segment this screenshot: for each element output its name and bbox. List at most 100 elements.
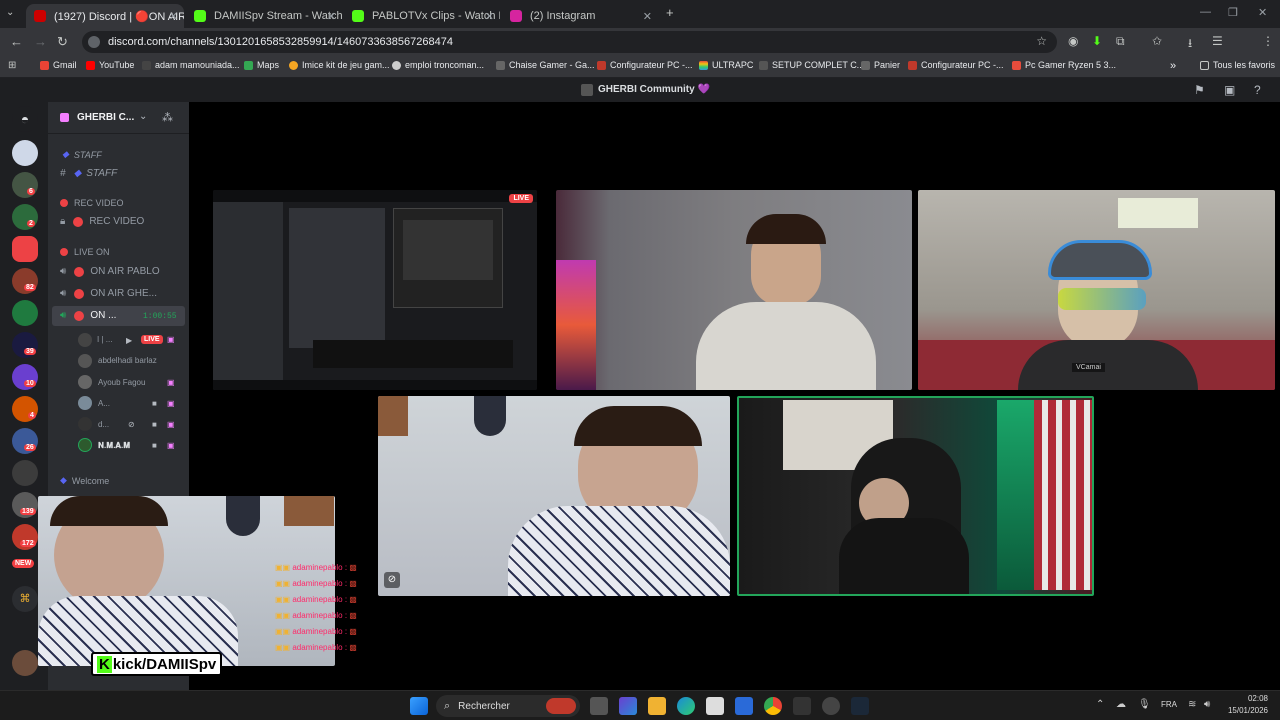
category-welcome[interactable]: ◆ Welcome — [60, 475, 109, 486]
member-name[interactable]: Ayoub Fagou — [98, 378, 145, 387]
bookmark-panier[interactable]: Panier — [861, 60, 900, 70]
server-icon[interactable] — [12, 650, 38, 676]
tab-kick-clips[interactable]: PABLOTVx Clips - Watch Live o ✕ — [344, 4, 500, 28]
help-icon[interactable]: ? — [1254, 83, 1261, 97]
bookmark-gmail[interactable]: Gmail — [40, 60, 77, 70]
bookmark-star-icon[interactable]: ☆ — [1036, 34, 1047, 48]
person-hair — [746, 214, 826, 244]
category-rec-video[interactable]: REC VIDEO — [60, 198, 124, 208]
bookmarks-more-button[interactable]: » — [1170, 60, 1176, 72]
bookmark-chaise[interactable]: Chaise Gamer - Ga... — [496, 60, 595, 70]
webcam-tile-1[interactable] — [556, 190, 912, 390]
downloads-icon[interactable]: ⭳ — [1188, 34, 1192, 55]
discord-home-icon[interactable]: ◓ — [12, 106, 38, 132]
server-icon[interactable] — [12, 300, 38, 326]
member-name[interactable]: d... — [98, 420, 109, 429]
address-bar[interactable]: discord.com/channels/1301201658532859914… — [82, 31, 1057, 53]
new-tab-button[interactable]: + — [666, 5, 674, 20]
bookmark-imice[interactable]: Imice kit de jeu gam... — [289, 60, 390, 70]
category-staff[interactable]: ◆ STAFF — [62, 149, 102, 160]
channel-rec-video[interactable]: 🔒︎ REC VIDEO — [60, 216, 144, 227]
bookmark-config2[interactable]: Configurateur PC -... — [908, 60, 1004, 70]
bookmark-youtube[interactable]: YouTube — [86, 60, 134, 70]
menu-icon[interactable]: ⋮ — [1262, 34, 1274, 48]
site-info-icon[interactable] — [88, 36, 100, 48]
server-icon[interactable] — [12, 140, 38, 166]
bookmark-icon — [861, 60, 870, 70]
tab-search-icon[interactable]: ⌄ — [6, 7, 14, 18]
webcam-tile-speaking[interactable] — [737, 396, 1094, 596]
server-icon[interactable] — [12, 172, 38, 198]
webcam-tile-3[interactable]: ⊘ — [378, 396, 730, 596]
category-live-on[interactable]: LIVE ON — [60, 247, 110, 257]
bookmark-setup[interactable]: SETUP COMPLET C... — [759, 60, 864, 70]
taskbar-search[interactable]: ⌕ Rechercher — [436, 695, 580, 717]
bookmark-adam[interactable]: adam mamouniada... — [142, 60, 240, 70]
tab-kick-stream[interactable]: DAMIISpv Stream - Watch Live ✕ — [186, 4, 342, 28]
forward-icon[interactable]: → — [34, 34, 47, 49]
app-icon[interactable] — [793, 697, 811, 715]
member-name[interactable]: 𝐍.𝐌.𝐀.𝐌 — [98, 441, 130, 451]
copilot-icon[interactable] — [619, 697, 637, 715]
add-member-icon[interactable]: ⁂ — [162, 111, 173, 124]
member-name[interactable]: I | ... — [97, 335, 112, 344]
bookmark-ultrapc[interactable]: ULTRAPC — [699, 60, 753, 70]
clock-date[interactable]: 15/01/2026 — [1226, 706, 1268, 715]
popout-icon[interactable]: ▣ — [1224, 83, 1235, 97]
steam-icon[interactable] — [851, 697, 869, 715]
store-icon[interactable] — [706, 697, 724, 715]
file-explorer-icon[interactable] — [648, 697, 666, 715]
close-icon[interactable]: ✕ — [169, 10, 178, 23]
voice-channel-on-air-pablo[interactable]: 🔊︎ ON AIR PABLO — [60, 266, 160, 277]
favorites-icon[interactable]: ✩ — [1152, 34, 1162, 48]
volume-icon[interactable]: 🔊︎ — [1204, 699, 1210, 710]
wifi-icon[interactable]: ≋ — [1188, 699, 1196, 710]
member-name[interactable]: A... — [98, 399, 110, 408]
tray-chevron-icon[interactable]: ⌃ — [1096, 699, 1104, 710]
language-indicator[interactable]: FRA — [1161, 700, 1177, 709]
chrome-icon[interactable] — [764, 697, 782, 715]
close-icon[interactable]: ✕ — [327, 10, 336, 23]
reload-icon[interactable]: ↻ — [57, 34, 68, 50]
close-icon[interactable]: ✕ — [485, 10, 494, 23]
windows-start-icon[interactable] — [410, 697, 428, 715]
bookmark-config1[interactable]: Configurateur PC -... — [597, 60, 693, 70]
member-name[interactable]: abdelhadi barlaz — [98, 356, 157, 365]
voice-channel-on[interactable]: 🔊︎ ON ... — [60, 310, 116, 321]
extension-icon[interactable]: ◉ — [1068, 34, 1078, 48]
activity-icon: ▣ — [167, 335, 175, 344]
mail-icon[interactable] — [735, 697, 753, 715]
inbox-icon[interactable]: ⚑ — [1194, 83, 1205, 97]
back-icon[interactable]: ← — [10, 34, 23, 49]
server-icon[interactable] — [12, 204, 38, 230]
server-header[interactable]: GHERBI C... ⌄ ⁂ — [48, 102, 189, 134]
reading-list-icon[interactable]: ☰ — [1212, 34, 1223, 48]
server-icon[interactable] — [12, 460, 38, 486]
download-extension-icon[interactable]: ⬇ — [1092, 34, 1102, 48]
microphone-icon[interactable]: 🎙︎ — [1138, 699, 1151, 710]
all-bookmarks[interactable]: Tous les favoris — [1200, 60, 1275, 70]
channel-staff[interactable]: # ◆ STAFF — [60, 168, 117, 179]
tab-instagram[interactable]: (2) Instagram ✕ — [502, 4, 658, 28]
rss-icon[interactable]: ⌘ — [12, 586, 38, 612]
maximize-icon[interactable]: ❐ — [1228, 6, 1238, 19]
server-icon-active[interactable] — [12, 236, 38, 262]
webcam-tile-2[interactable]: VCamai — [918, 190, 1275, 390]
task-view-icon[interactable] — [590, 697, 608, 715]
onedrive-icon[interactable]: ☁ — [1116, 699, 1126, 710]
voice-channel-on-air-gherbi[interactable]: 🔊︎ ON AIR GHE... — [60, 288, 157, 299]
bookmark-maps[interactable]: Maps — [244, 60, 279, 70]
tab-discord[interactable]: (1927) Discord | 🔴ON AIR ✕ — [26, 4, 184, 28]
bookmark-emploi[interactable]: emploi troncoman... — [392, 60, 484, 70]
apps-grid-icon[interactable]: ⊞ — [8, 60, 16, 71]
edge-icon[interactable] — [677, 697, 695, 715]
extensions-puzzle-icon[interactable]: ⧉ — [1116, 34, 1125, 49]
close-window-icon[interactable]: ✕ — [1258, 6, 1267, 19]
clock-time[interactable]: 02:08 — [1226, 694, 1268, 703]
minimize-icon[interactable]: — — [1200, 6, 1211, 18]
mute-icon[interactable]: ⊘ — [384, 572, 400, 588]
github-icon[interactable] — [822, 697, 840, 715]
bookmark-pcgamer[interactable]: Pc Gamer Ryzen 5 3... — [1012, 60, 1116, 70]
screen-share-tile[interactable]: LIVE — [213, 190, 537, 390]
close-icon[interactable]: ✕ — [643, 10, 652, 23]
